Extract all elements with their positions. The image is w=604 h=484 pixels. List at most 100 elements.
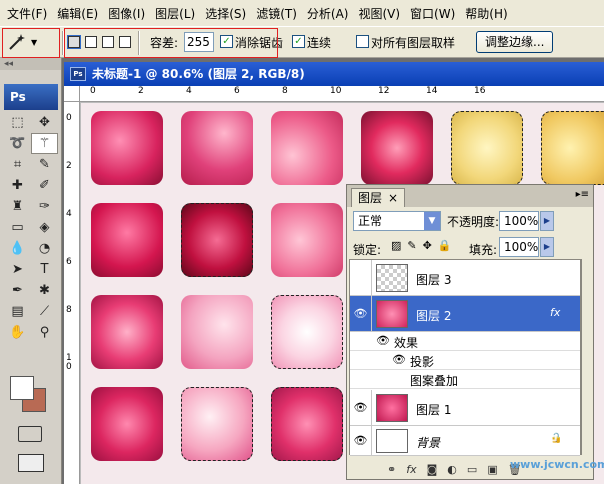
lock-all-icon[interactable]: 🔒 [438, 239, 452, 252]
lock-pixels-icon[interactable]: ✎ [407, 239, 416, 252]
menu-layer[interactable]: 图层(L) [152, 5, 202, 22]
eye-icon[interactable]: 👁 [392, 353, 406, 366]
ruler-label: 14 [426, 86, 438, 96]
menu-file[interactable]: 文件(F) [4, 5, 54, 22]
healing-brush-tool-icon[interactable]: ✚ [4, 175, 31, 196]
subtract-from-selection-icon[interactable] [102, 36, 114, 48]
ruler-label: 10 [330, 86, 342, 96]
chevron-down-icon: ▼ [424, 212, 440, 230]
image-tile [91, 111, 163, 185]
menu-analysis[interactable]: 分析(A) [304, 5, 356, 22]
layer-row[interactable]: 👁 图层 2 fx [350, 296, 580, 332]
history-brush-tool-icon[interactable]: ✑ [31, 196, 58, 217]
antialias-checkbox[interactable]: ✓ [220, 35, 233, 48]
visibility-toggle[interactable] [350, 260, 372, 295]
document-title-bar[interactable]: Ps 未标题-1 @ 80.6% (图层 2, RGB/8) [64, 62, 604, 86]
notes-tool-icon[interactable]: ▤ [4, 301, 31, 322]
menu-select[interactable]: 选择(S) [202, 5, 253, 22]
pen-tool-icon[interactable]: ✒ [4, 280, 31, 301]
ruler-label: 2 [66, 161, 72, 171]
eyedropper-tool-icon[interactable]: ✎ [31, 154, 58, 175]
contiguous-checkbox[interactable]: ✓ [292, 35, 305, 48]
shape-tool-icon[interactable]: ✱ [31, 280, 58, 301]
lasso-tool-icon[interactable]: ➰ [4, 133, 31, 154]
menu-filter[interactable]: 滤镜(T) [253, 5, 304, 22]
menu-image[interactable]: 图像(I) [105, 5, 152, 22]
eraser-tool-icon[interactable]: ▭ [4, 217, 31, 238]
layer-name: 图层 2 [416, 309, 452, 323]
image-tile [91, 387, 163, 461]
layer-row[interactable]: 图层 3 [350, 260, 580, 296]
clone-stamp-tool-icon[interactable]: ♜ [4, 196, 31, 217]
marquee-tool-icon[interactable]: ⬚ [4, 112, 31, 133]
blend-mode-select[interactable]: 正常 ▼ [353, 211, 441, 231]
fill-input[interactable]: 100% [499, 237, 539, 257]
menu-help[interactable]: 帮助(H) [462, 5, 514, 22]
effect-row[interactable]: 👁 投影 [350, 351, 580, 370]
panel-menu-icon[interactable]: ▸≡ [576, 189, 589, 200]
new-layer-icon[interactable]: ▣ [487, 463, 497, 476]
image-tile [541, 111, 604, 185]
sample-all-layers-checkbox[interactable] [356, 35, 369, 48]
opacity-slider-button[interactable]: ▶ [540, 211, 554, 231]
eye-icon[interactable]: 👁 [350, 390, 372, 425]
toolbox: ◂◂ Ps ⬚ ✥ ➰ ⚚ ⌗ ✎ ✚ ✐ ♜ ✑ ▭ ◈ 💧 ◔ ➤ T ✒ … [0, 58, 62, 484]
effects-row[interactable]: 👁 效果 [350, 332, 580, 351]
eye-icon[interactable]: 👁 [350, 296, 372, 331]
brush-tool-icon[interactable]: ✐ [31, 175, 58, 196]
menu-edit[interactable]: 编辑(E) [54, 5, 105, 22]
opacity-input[interactable]: 100% [499, 211, 539, 231]
crop-tool-icon[interactable]: ⌗ [4, 154, 31, 175]
type-tool-icon[interactable]: T [31, 259, 58, 280]
chevron-down-icon: ▼ [31, 37, 38, 47]
vertical-ruler[interactable]: 0 2 4 6 8 1 0 [64, 102, 80, 484]
layer-row[interactable]: 👁 图层 1 [350, 390, 580, 426]
lock-transparent-icon[interactable]: ▨ [391, 239, 401, 252]
menu-bar: 文件(F) 编辑(E) 图像(I) 图层(L) 选择(S) 滤镜(T) 分析(A… [0, 0, 604, 26]
quick-mask-icon[interactable] [18, 426, 42, 442]
menu-window[interactable]: 窗口(W) [407, 5, 462, 22]
tolerance-input[interactable]: 255 [184, 32, 214, 52]
blur-tool-icon[interactable]: 💧 [4, 238, 31, 259]
screen-mode-icon[interactable] [18, 454, 44, 472]
effect-row[interactable]: 图案叠加 [350, 370, 580, 389]
horizontal-ruler[interactable]: 0 2 4 6 8 10 12 14 16 [80, 86, 604, 102]
fill-label: 填充: [469, 243, 498, 257]
close-icon[interactable]: × [388, 189, 398, 207]
layer-list: 图层 3 👁 图层 2 fx 👁 效果 👁 投影 图案叠加 👁 图层 1 👁 背… [349, 259, 581, 456]
tool-preset-picker[interactable]: ▼ [6, 30, 60, 54]
move-tool-icon[interactable]: ✥ [31, 112, 58, 133]
add-to-selection-icon[interactable] [85, 36, 97, 48]
refine-edge-button[interactable]: 调整边缘... [476, 31, 554, 53]
divider [62, 31, 64, 55]
dodge-tool-icon[interactable]: ◔ [31, 238, 58, 259]
fx-menu-icon[interactable]: fx [406, 463, 416, 476]
new-selection-icon[interactable] [67, 35, 81, 49]
fill-slider-button[interactable]: ▶ [540, 237, 554, 257]
zoom-tool-icon[interactable]: ⚲ [31, 322, 58, 343]
link-icon[interactable]: ⚭ [387, 463, 396, 476]
image-tile [181, 387, 253, 461]
mask-icon[interactable]: ◙ [427, 463, 438, 476]
foreground-color-swatch[interactable] [10, 376, 34, 400]
paint-bucket-tool-icon[interactable]: ◈ [31, 217, 58, 238]
intersect-selection-icon[interactable] [119, 36, 131, 48]
fx-icon[interactable]: fx [550, 306, 560, 319]
toolbox-grip[interactable]: ◂◂ [0, 58, 61, 70]
eye-icon[interactable]: 👁 [376, 334, 390, 347]
eyedropper-icon[interactable]: ⟋ [31, 301, 58, 322]
magic-wand-tool-icon[interactable]: ⚚ [31, 133, 58, 154]
tab-layers[interactable]: 图层 × [351, 188, 406, 207]
selection-mode-group [67, 35, 131, 49]
eye-icon[interactable]: 👁 [350, 426, 372, 455]
lock-position-icon[interactable]: ✥ [423, 239, 432, 252]
ruler-label: 6 [234, 86, 240, 96]
layer-name: 背景 [416, 436, 441, 450]
path-selection-tool-icon[interactable]: ➤ [4, 259, 31, 280]
adjustment-layer-icon[interactable]: ◐ [447, 463, 457, 476]
menu-view[interactable]: 视图(V) [355, 5, 407, 22]
group-icon[interactable]: ▭ [467, 463, 477, 476]
tolerance-label: 容差: [150, 36, 179, 50]
hand-tool-icon[interactable]: ✋ [4, 322, 31, 343]
layers-scrollbar[interactable] [581, 259, 593, 455]
